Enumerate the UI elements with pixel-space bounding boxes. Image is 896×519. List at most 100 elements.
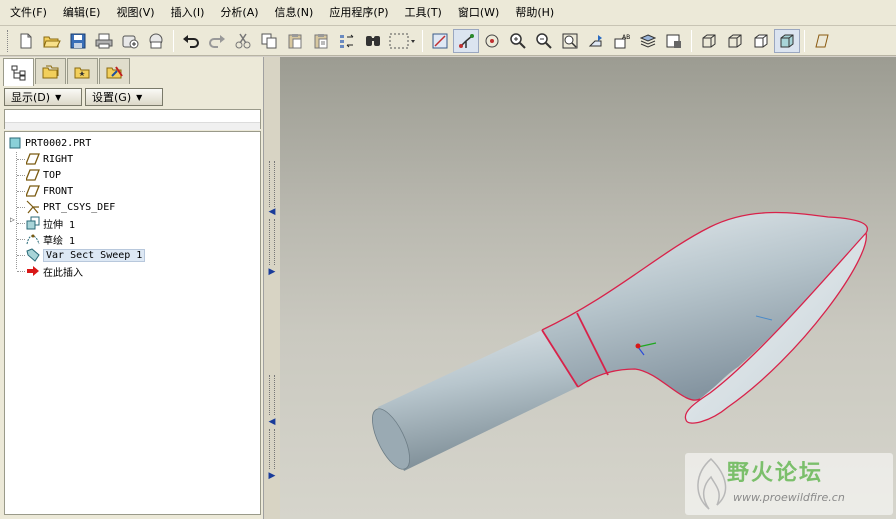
menu-insert[interactable]: 插入(I) (163, 2, 213, 24)
model-tree-tab[interactable] (3, 58, 34, 86)
csys-icon (25, 200, 41, 214)
collapse-left-arrow-icon[interactable]: ◀ (268, 207, 276, 217)
folder-tab[interactable] (35, 58, 66, 84)
tree-item-insert-here[interactable]: 在此插入 (25, 263, 83, 279)
connections-tab[interactable] (99, 58, 130, 84)
view-manager-icon[interactable] (661, 29, 687, 53)
expand-right-arrow-icon[interactable]: ▶ (268, 267, 276, 277)
reorient-icon[interactable] (583, 29, 609, 53)
spin-center-icon[interactable] (479, 29, 505, 53)
tree-item-sweep[interactable]: Var Sect Sweep 1 (25, 247, 146, 263)
toolbar-grip[interactable] (7, 29, 10, 52)
tree-connector (17, 191, 25, 192)
tree-item-label: FRONT (43, 185, 74, 197)
insert-here-arrow-icon (25, 264, 41, 278)
cut-icon[interactable] (230, 29, 256, 53)
tree-connector (17, 255, 25, 256)
redo-icon[interactable] (204, 29, 230, 53)
settings-dropdown[interactable]: 设置(G) ▼ (85, 88, 163, 106)
show-dropdown-label: 显示(D) (11, 91, 51, 104)
tree-item-sketch[interactable]: 草绘 1 (25, 231, 75, 247)
tree-item-top[interactable]: TOP (25, 167, 61, 183)
named-views-icon[interactable]: AB (609, 29, 635, 53)
chevron-down-icon: ▼ (136, 92, 143, 102)
tree-root-label: PRT0002.PRT (25, 137, 92, 149)
zoom-out-icon[interactable] (531, 29, 557, 53)
paste-icon[interactable] (282, 29, 308, 53)
tree-item-extrude[interactable]: 拉伸 1 (25, 215, 75, 231)
expand-arrow-icon[interactable]: ▷ (10, 215, 15, 224)
tree-item-label: Var Sect Sweep 1 (43, 248, 146, 262)
collapse-left-arrow-icon[interactable]: ◀ (268, 417, 276, 427)
zoom-in-icon[interactable] (505, 29, 531, 53)
print-icon[interactable] (91, 29, 117, 53)
tree-connector (17, 239, 25, 240)
datum-plane-icon (25, 152, 41, 166)
expand-right-arrow-icon[interactable]: ▶ (268, 471, 276, 481)
menu-tools[interactable]: 工具(T) (397, 2, 450, 24)
menu-edit[interactable]: 编辑(E) (55, 2, 109, 24)
no-hidden-icon[interactable] (748, 29, 774, 53)
open-icon[interactable] (39, 29, 65, 53)
repaint-icon[interactable] (427, 29, 453, 53)
splitter-grip (269, 161, 275, 207)
tree-item-csys[interactable]: PRT_CSYS_DEF (25, 199, 115, 215)
svg-text:AB: AB (622, 34, 630, 41)
save-icon[interactable] (65, 29, 91, 53)
forum-watermark: 野火论坛 www.proewildfire.cn (685, 453, 893, 515)
sweep-icon (25, 248, 41, 262)
menu-window[interactable]: 窗口(W) (450, 2, 507, 24)
tree-item-label: TOP (43, 169, 62, 181)
new-icon[interactable] (13, 29, 39, 53)
tree-item-label: 草绘 1 (43, 235, 76, 247)
datum-plane-icon (25, 184, 41, 198)
regenerate-icon[interactable] (334, 29, 360, 53)
shading-icon[interactable] (774, 28, 800, 53)
splitter-grip (269, 429, 275, 469)
send-icon[interactable] (117, 29, 143, 53)
navigator-tabs (3, 58, 131, 86)
orient-icon[interactable] (453, 28, 479, 53)
tree-root[interactable]: PRT0002.PRT (7, 135, 91, 151)
favorites-tab[interactable] (67, 58, 98, 84)
menu-bar: 文件(F) 编辑(E) 视图(V) 插入(I) 分析(A) 信息(N) 应用程序… (0, 0, 896, 26)
refit-icon[interactable] (557, 29, 583, 53)
tree-filter-bar: 显示(D) ▼ 设置(G) ▼ (4, 88, 163, 106)
tree-item-label: PRT_CSYS_DEF (43, 201, 116, 213)
datum-plane-icon[interactable] (809, 29, 835, 53)
hidden-line-icon[interactable] (722, 29, 748, 53)
watermark-title: 野火论坛 (727, 461, 824, 486)
swept-part-model[interactable] (365, 211, 869, 475)
wireframe-icon[interactable] (696, 29, 722, 53)
tree-item-label: RIGHT (43, 153, 74, 165)
find-icon[interactable] (360, 29, 386, 53)
settings-dropdown-label: 设置(G) (92, 91, 132, 104)
extrude-icon (25, 216, 41, 230)
show-dropdown[interactable]: 显示(D) ▼ (4, 88, 82, 106)
undo-icon[interactable] (178, 29, 204, 53)
menu-view[interactable]: 视图(V) (108, 2, 162, 24)
model-3d-view[interactable] (280, 57, 896, 519)
menu-info[interactable]: 信息(N) (267, 2, 322, 24)
tree-connector (17, 159, 25, 160)
menu-file[interactable]: 文件(F) (2, 2, 55, 24)
panel-splitter[interactable]: ◀ ▶ ◀ ▶ (264, 57, 280, 519)
select-box-icon[interactable] (386, 29, 418, 53)
graphics-window[interactable]: 野火论坛 www.proewildfire.cn (280, 57, 896, 519)
tree-connector (17, 207, 25, 208)
menu-help[interactable]: 帮助(H) (507, 2, 562, 24)
menu-applications[interactable]: 应用程序(P) (321, 2, 396, 24)
tree-item-front[interactable]: FRONT (25, 183, 73, 199)
mail-icon[interactable] (143, 29, 169, 53)
copy-icon[interactable] (256, 29, 282, 53)
tree-connector (17, 271, 25, 272)
tree-item-right[interactable]: RIGHT (25, 151, 73, 167)
menu-analysis[interactable]: 分析(A) (212, 2, 266, 24)
tree-search-field[interactable] (4, 109, 261, 130)
toolbar-separator (422, 29, 423, 52)
tree-item-label: 拉伸 1 (43, 219, 76, 231)
layers-icon[interactable] (635, 29, 661, 53)
model-tree: PRT0002.PRT RIGHT TOP FRONT PRT_CSYS_DEF… (4, 131, 261, 515)
navigator-panel: 显示(D) ▼ 设置(G) ▼ PRT0002.PRT RIGHT TOP FR… (0, 57, 264, 519)
paste-special-icon[interactable] (308, 29, 334, 53)
